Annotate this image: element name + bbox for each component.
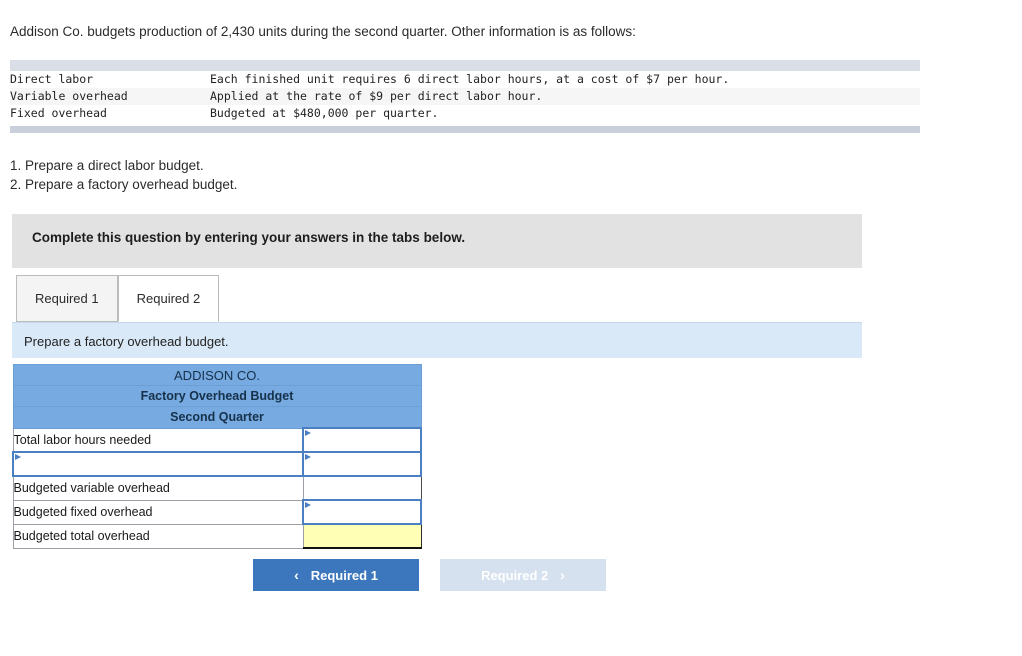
- prev-required-1-button[interactable]: ‹ Required 1: [253, 559, 419, 591]
- requirement-item-2: 2. Prepare a factory overhead budget.: [10, 177, 238, 192]
- chevron-right-icon: ›: [560, 567, 565, 583]
- budget-report-name: Factory Overhead Budget: [12, 385, 422, 407]
- chevron-left-icon: ‹: [294, 567, 299, 583]
- budget-table-subtitle-row: Factory Overhead Budget: [12, 385, 422, 407]
- fact-description: Budgeted at $480,000 per quarter.: [210, 106, 439, 120]
- problem-facts-table: Direct labor Each finished unit requires…: [10, 71, 920, 122]
- row-label-budgeted-total-overhead: Budgeted total overhead: [12, 523, 304, 549]
- dropdown-marker-icon: [305, 502, 311, 508]
- facts-row: Variable overhead Applied at the rate of…: [10, 88, 920, 105]
- tab-bar: Required 1 Required 2: [16, 275, 220, 322]
- sub-instruction-bar: Prepare a factory overhead budget.: [12, 322, 862, 358]
- table-row: [12, 451, 422, 477]
- facts-bottom-bar: [10, 126, 920, 133]
- value-input-blank-row[interactable]: [302, 451, 422, 477]
- navigation-buttons: ‹ Required 1 Required 2 ›: [253, 559, 606, 591]
- fact-label: Fixed overhead: [10, 106, 107, 120]
- label-input-blank-row[interactable]: [12, 451, 304, 477]
- dropdown-marker-icon: [15, 454, 21, 460]
- value-cell-budgeted-variable-overhead[interactable]: [302, 475, 422, 501]
- table-row: Budgeted total overhead: [12, 523, 422, 549]
- fact-description: Applied at the rate of $9 per direct lab…: [210, 88, 920, 105]
- facts-row: Direct labor Each finished unit requires…: [10, 71, 920, 88]
- fact-label: Variable overhead: [10, 88, 210, 105]
- dropdown-marker-icon: [305, 430, 311, 436]
- next-required-2-button[interactable]: Required 2 ›: [440, 559, 606, 591]
- table-row: Budgeted variable overhead: [12, 475, 422, 501]
- instruction-banner: Complete this question by entering your …: [12, 214, 862, 268]
- dropdown-marker-icon: [305, 454, 311, 460]
- next-button-label: Required 2: [481, 567, 549, 583]
- value-input-budgeted-fixed-overhead[interactable]: [302, 499, 422, 525]
- value-cell-budgeted-total-overhead[interactable]: [302, 523, 422, 549]
- table-row: Budgeted fixed overhead: [12, 499, 422, 525]
- row-label-budgeted-variable-overhead: Budgeted variable overhead: [12, 475, 304, 501]
- tab-required-1[interactable]: Required 1: [16, 275, 118, 322]
- facts-top-bar: [10, 60, 920, 71]
- tab-required-2[interactable]: Required 2: [117, 275, 220, 322]
- value-input-total-labor-hours[interactable]: [302, 427, 422, 453]
- table-row: Total labor hours needed: [12, 427, 422, 453]
- requirement-item-1: 1. Prepare a direct labor budget.: [10, 158, 204, 173]
- budget-table-period-row: Second Quarter: [12, 406, 422, 429]
- budget-period: Second Quarter: [12, 406, 422, 429]
- facts-row: Fixed overhead Budgeted at $480,000 per …: [10, 105, 920, 122]
- row-label-total-labor-hours: Total labor hours needed: [12, 427, 304, 453]
- problem-intro-text: Addison Co. budgets production of 2,430 …: [10, 24, 636, 39]
- budget-company-name: ADDISON CO.: [12, 364, 422, 386]
- factory-overhead-budget-table: ADDISON CO. Factory Overhead Budget Seco…: [12, 364, 422, 549]
- prev-button-label: Required 1: [310, 567, 378, 583]
- instruction-banner-text: Complete this question by entering your …: [32, 230, 466, 245]
- fact-label: Direct labor: [10, 72, 94, 86]
- row-label-budgeted-fixed-overhead: Budgeted fixed overhead: [12, 499, 304, 525]
- problem-facts-panel: Direct labor Each finished unit requires…: [10, 60, 920, 133]
- requirements-list: 1. Prepare a direct labor budget. 2. Pre…: [10, 156, 237, 194]
- sub-instruction-text: Prepare a factory overhead budget.: [24, 334, 229, 349]
- fact-description: Each finished unit requires 6 direct lab…: [210, 72, 730, 86]
- budget-table-title-row: ADDISON CO.: [12, 364, 422, 386]
